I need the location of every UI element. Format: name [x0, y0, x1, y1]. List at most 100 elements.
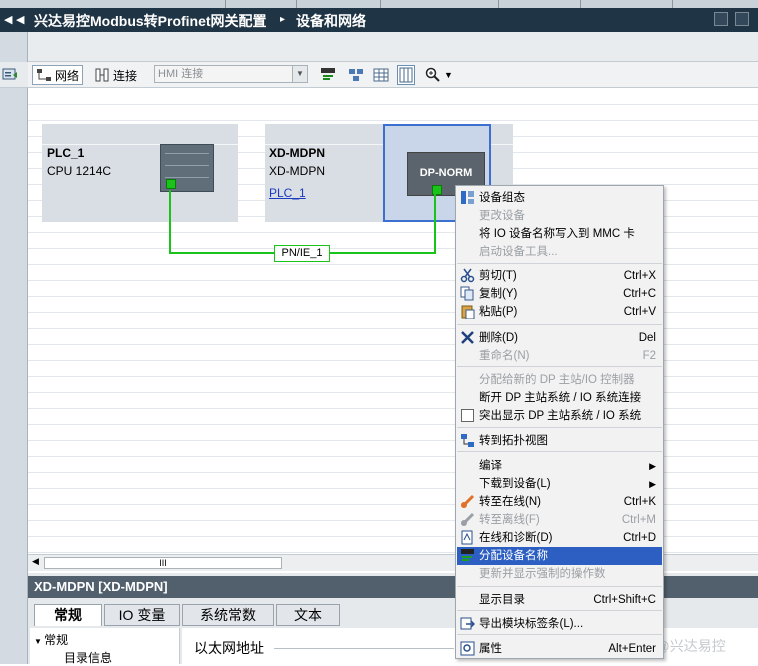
scroll-left-icon[interactable]: ◀ [32, 556, 39, 567]
menu-item-label: 分配给新的 DP 主站/IO 控制器 [479, 374, 635, 386]
diagnostics-icon [460, 530, 475, 545]
section-divider [274, 648, 454, 649]
plc-module-image[interactable] [160, 144, 214, 192]
menu-item-label: 属性 [479, 643, 502, 655]
submenu-arrow-icon: ▶ [649, 461, 656, 471]
hmi-connection-select[interactable]: HMI 连接 ▼ [154, 65, 308, 83]
menu-item-label: 分配设备名称 [479, 550, 548, 562]
menu-item-label: 转至在线(N) [479, 496, 541, 508]
assign-name-icon [460, 548, 475, 563]
device-plc-1[interactable]: PLC_1 CPU 1214C [42, 124, 238, 222]
tab-system-constants[interactable]: 系统常数 [182, 604, 274, 626]
connection-mode-button[interactable]: 连接 [94, 65, 137, 85]
zoom-button[interactable]: ▼ [425, 65, 453, 85]
menu-item-shortcut: Ctrl+M [621, 514, 656, 526]
device-name: XD-MDPN [269, 146, 325, 160]
menu-item-shortcut: Ctrl+D [623, 532, 656, 544]
menu-item[interactable]: 删除(D) Del [457, 329, 662, 347]
nav-back-icon[interactable]: ◀ [4, 13, 12, 26]
menu-item: 启动设备工具... [457, 243, 662, 261]
scrollbar-thumb[interactable]: III [44, 557, 282, 569]
menu-item-shortcut: Ctrl+K [623, 496, 656, 508]
network-line[interactable] [169, 190, 171, 254]
assigned-controller-link[interactable]: PLC_1 [269, 186, 306, 200]
copy-icon [460, 286, 475, 301]
tab-texts[interactable]: 文本 [276, 604, 340, 626]
left-toolbar [0, 62, 28, 88]
menu-item: 分配给新的 DP 主站/IO 控制器 [457, 371, 662, 389]
menu-item-label: 下载到设备(L) [479, 478, 551, 490]
network-view-toolbar: 网络 连接 HMI 连接 ▼ ▼ [28, 62, 758, 88]
connection-icon [94, 67, 110, 83]
device-type: XD-MDPN [269, 164, 325, 178]
page-title: 设备和网络 [296, 13, 366, 29]
menu-item[interactable]: 编译 ▶ [457, 457, 662, 475]
network-line[interactable] [434, 192, 436, 254]
menu-item: 更新并显示强制的操作数 [457, 565, 662, 583]
menu-separator [457, 610, 662, 611]
network-mode-button[interactable]: 网络 [32, 65, 84, 85]
menu-separator [457, 634, 662, 635]
menu-item-shortcut: Ctrl+Shift+C [593, 594, 656, 606]
menu-separator [457, 451, 662, 452]
menu-item[interactable]: 显示目录 Ctrl+Shift+C [457, 591, 662, 609]
menu-item[interactable]: 导出模块标签条(L)... [457, 615, 662, 633]
grid-toggle-button[interactable] [373, 65, 389, 85]
context-menu: 设备组态 更改设备将 IO 设备名称写入到 MMC 卡启动设备工具... 剪切(T)… [455, 185, 664, 659]
minimize-button[interactable] [714, 12, 728, 26]
menu-item[interactable]: 属性 Alt+Enter [457, 640, 662, 658]
window-top-strip [0, 0, 758, 8]
menu-item[interactable]: 剪切(T) Ctrl+X [457, 267, 662, 285]
device-type: CPU 1214C [47, 164, 112, 178]
view-tab-band [28, 32, 758, 62]
go-offline-icon [460, 512, 475, 527]
zoom-icon [425, 67, 441, 83]
topology-icon [460, 433, 475, 448]
tree-section[interactable]: ▼ 常规 [34, 631, 68, 648]
nav-left-icon[interactable]: ◀ [16, 13, 24, 26]
delete-icon [460, 330, 475, 345]
project-tree-icon[interactable] [2, 66, 18, 82]
highlight-checkbox-icon [460, 408, 475, 423]
inspector-tree: ▼ 常规 目录信息 [30, 628, 180, 666]
project-title: 兴达易控Modbus转Profinet网关配置 [34, 13, 267, 29]
menu-item: 重命名(N) F2 [457, 347, 662, 365]
assign-name-toolbar-button[interactable] [320, 65, 336, 85]
page-layout-button[interactable] [397, 65, 415, 85]
network-overview-button[interactable] [348, 65, 364, 85]
chevron-down-icon[interactable]: ▼ [292, 66, 307, 82]
menu-item-label: 编译 [479, 460, 502, 472]
menu-item[interactable]: 复制(Y) Ctrl+C [457, 285, 662, 303]
network-label[interactable]: PN/IE_1 [274, 245, 330, 262]
menu-item[interactable]: 在线和诊断(D) Ctrl+D [457, 529, 662, 547]
menu-item[interactable]: 下载到设备(L) ▶ [457, 475, 662, 493]
menu-item[interactable]: 转到拓扑视图 [457, 432, 662, 450]
profinet-port-icon[interactable] [166, 179, 176, 189]
menu-item-shortcut: Ctrl+C [623, 288, 656, 300]
menu-item-label: 重命名(N) [479, 350, 530, 362]
menu-item-shortcut: Alt+Enter [608, 643, 656, 655]
menu-item-label: 更新并显示强制的操作数 [479, 568, 606, 580]
tab-general[interactable]: 常规 [34, 604, 102, 626]
menu-item-label: 将 IO 设备名称写入到 MMC 卡 [479, 228, 635, 240]
expand-icon[interactable]: ▼ [34, 637, 44, 646]
submenu-arrow-icon: ▶ [649, 479, 656, 489]
menu-separator [457, 366, 662, 367]
menu-item-shortcut: Ctrl+V [623, 306, 656, 318]
menu-item[interactable]: 转至在线(N) Ctrl+K [457, 493, 662, 511]
menu-item[interactable]: 将 IO 设备名称写入到 MMC 卡 [457, 225, 662, 243]
menu-item[interactable]: 分配设备名称 [457, 547, 662, 565]
menu-item[interactable]: 断开 DP 主站系统 / IO 系统连接 [457, 389, 662, 407]
tree-item-catalog-info[interactable]: 目录信息 [64, 649, 112, 666]
zoom-dropdown-icon[interactable]: ▼ [444, 70, 453, 80]
tab-io-tags[interactable]: IO 变量 [104, 604, 180, 626]
menu-item-label: 复制(Y) [479, 288, 518, 300]
module-label: DP-NORM [419, 167, 473, 179]
export-labels-icon [460, 616, 476, 631]
menu-item[interactable]: 粘贴(P) Ctrl+V [457, 303, 662, 321]
menu-item[interactable]: 设备组态 [457, 189, 662, 207]
menu-item[interactable]: 突出显示 DP 主站系统 / IO 系统 [457, 407, 662, 425]
menu-separator [457, 324, 662, 325]
menu-item: 转至离线(F) Ctrl+M [457, 511, 662, 529]
restore-button[interactable] [735, 12, 749, 26]
